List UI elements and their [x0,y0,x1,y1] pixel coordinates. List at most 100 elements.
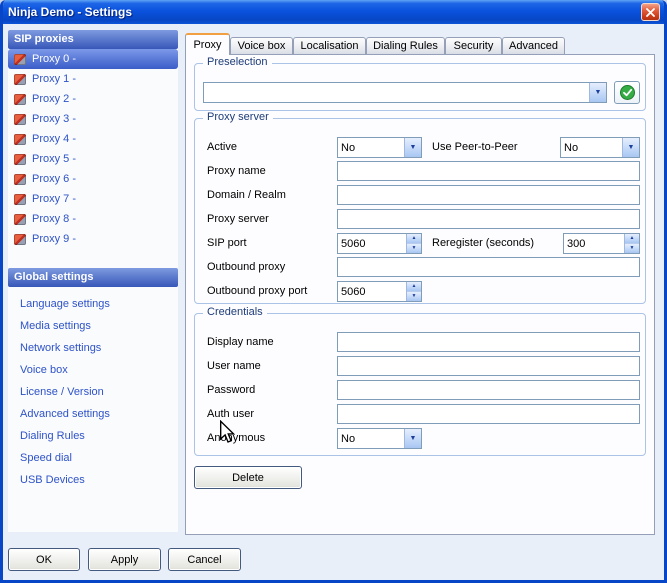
field-label: Auth user [207,408,255,420]
up-arrow-icon: ▲ [411,283,417,289]
tab-security[interactable]: Security [445,37,502,54]
dropdown-button[interactable]: ▼ [622,138,639,157]
sidebar-item-proxy-6[interactable]: Proxy 6 - [8,169,178,189]
field-label: Active [207,141,237,153]
field-label: Password [207,384,256,396]
window-title: Ninja Demo - Settings [8,5,133,19]
spinner-value: 300 [567,237,586,250]
sidebar-header-sip-proxies: SIP proxies [8,30,178,49]
tab-localisation[interactable]: Localisation [293,37,366,54]
dropdown-button[interactable]: ▼ [404,138,421,157]
password-input[interactable] [337,380,640,400]
use-peer-to-peer-dropdown[interactable]: No ▼ [560,137,640,158]
close-button[interactable] [641,3,660,21]
active-dropdown[interactable]: No ▼ [337,137,422,158]
sidebar-item-speed-dial[interactable]: Speed dial [8,448,178,468]
sidebar-item-proxy-5[interactable]: Proxy 5 - [8,149,178,169]
domain-realm-input[interactable] [337,185,640,205]
sidebar-item-license-version[interactable]: License / Version [8,382,178,402]
spinner-buttons: ▲ ▼ [406,234,421,253]
sidebar-item-proxy-3[interactable]: Proxy 3 - [8,109,178,129]
group-legend: Credentials [203,306,267,318]
sidebar-item-label: Proxy 4 - [32,133,77,145]
sip-port-spinner[interactable]: 5060 ▲ ▼ [337,233,422,254]
anonymous-dropdown[interactable]: No ▼ [337,428,422,449]
sidebar-item-network-settings[interactable]: Network settings [8,338,178,358]
field-label: User name [207,360,261,372]
outbound-proxy-input[interactable] [337,257,640,277]
down-arrow-icon: ▼ [411,293,417,299]
down-arrow-icon: ▼ [411,245,417,251]
spinner-up-button[interactable]: ▲ [625,234,639,244]
sidebar-header-global-settings: Global settings [8,268,178,287]
settings-window: Ninja Demo - Settings SIP proxies Proxy … [0,0,667,583]
preselection-dropdown[interactable]: ▼ [203,82,607,103]
sidebar-item-usb-devices[interactable]: USB Devices [8,470,178,490]
spinner-up-button[interactable]: ▲ [407,234,421,244]
outbound-proxy-port-spinner[interactable]: 5060 ▲ ▼ [337,281,422,302]
cancel-button[interactable]: Cancel [168,548,241,571]
sidebar-item-advanced-settings[interactable]: Advanced settings [8,404,178,424]
reregister-spinner[interactable]: 300 ▲ ▼ [563,233,640,254]
field-label: Anonymous [207,432,266,444]
field-label: Display name [207,336,274,348]
tab-advanced[interactable]: Advanced [502,37,565,54]
proxy-icon [14,73,26,85]
ok-button[interactable]: OK [8,548,80,571]
proxy-icon [14,113,26,125]
spinner-down-button[interactable]: ▼ [407,244,421,253]
delete-button[interactable]: Delete [194,466,302,489]
up-arrow-icon: ▲ [411,235,417,241]
sidebar-item-proxy-2[interactable]: Proxy 2 - [8,89,178,109]
spinner-down-button[interactable]: ▼ [407,292,421,301]
field-label: Domain / Realm [207,189,286,201]
sidebar-item-proxy-1[interactable]: Proxy 1 - [8,69,178,89]
auth-user-input[interactable] [337,404,640,424]
spinner-up-button[interactable]: ▲ [407,282,421,292]
proxy-icon [14,193,26,205]
field-label: Proxy name [207,165,266,177]
spinner-down-button[interactable]: ▼ [625,244,639,253]
chevron-down-icon: ▼ [409,144,417,151]
proxy-tab-panel: Preselection ▼ Proxy server Active No ▼ … [185,54,655,535]
tab-proxy[interactable]: Proxy [185,33,230,55]
tab-voice-box[interactable]: Voice box [230,37,293,54]
title-bar[interactable]: Ninja Demo - Settings [3,0,664,24]
sidebar-item-label: Proxy 3 - [32,113,77,125]
proxy-icon [14,93,26,105]
sidebar-item-label: Proxy 8 - [32,213,77,225]
sidebar-item-proxy-0[interactable]: Proxy 0 - [8,49,178,69]
dropdown-button[interactable]: ▼ [404,429,421,448]
check-icon [619,85,635,100]
sidebar-item-proxy-7[interactable]: Proxy 7 - [8,189,178,209]
group-legend: Preselection [203,56,272,68]
confirm-preselection-button[interactable] [614,81,640,104]
user-name-input[interactable] [337,356,640,376]
field-label: SIP port [207,237,247,249]
sidebar-item-media-settings[interactable]: Media settings [8,316,178,336]
sidebar-item-proxy-4[interactable]: Proxy 4 - [8,129,178,149]
sidebar-item-label: Proxy 6 - [32,173,77,185]
sidebar-item-language-settings[interactable]: Language settings [8,294,178,314]
sidebar-item-dialing-rules[interactable]: Dialing Rules [8,426,178,446]
sidebar-item-label: Proxy 0 - [32,53,77,65]
sidebar-item-label: Proxy 2 - [32,93,77,105]
proxy-name-input[interactable] [337,161,640,181]
field-label: Outbound proxy port [207,285,308,297]
sidebar-item-proxy-8[interactable]: Proxy 8 - [8,209,178,229]
proxy-icon [14,233,26,245]
sidebar-item-label: Proxy 5 - [32,153,77,165]
proxy-icon [14,53,26,65]
chevron-down-icon: ▼ [627,144,635,151]
proxy-server-input[interactable] [337,209,640,229]
sidebar: SIP proxies Proxy 0 - Proxy 1 - Proxy 2 … [8,30,178,532]
tab-dialing-rules[interactable]: Dialing Rules [366,37,445,54]
sidebar-item-label: Proxy 1 - [32,73,77,85]
sidebar-item-proxy-9[interactable]: Proxy 9 - [8,229,178,249]
dropdown-button[interactable]: ▼ [589,83,606,102]
up-arrow-icon: ▲ [629,235,635,241]
field-label: Proxy server [207,213,269,225]
sidebar-item-voice-box[interactable]: Voice box [8,360,178,380]
display-name-input[interactable] [337,332,640,352]
apply-button[interactable]: Apply [88,548,161,571]
